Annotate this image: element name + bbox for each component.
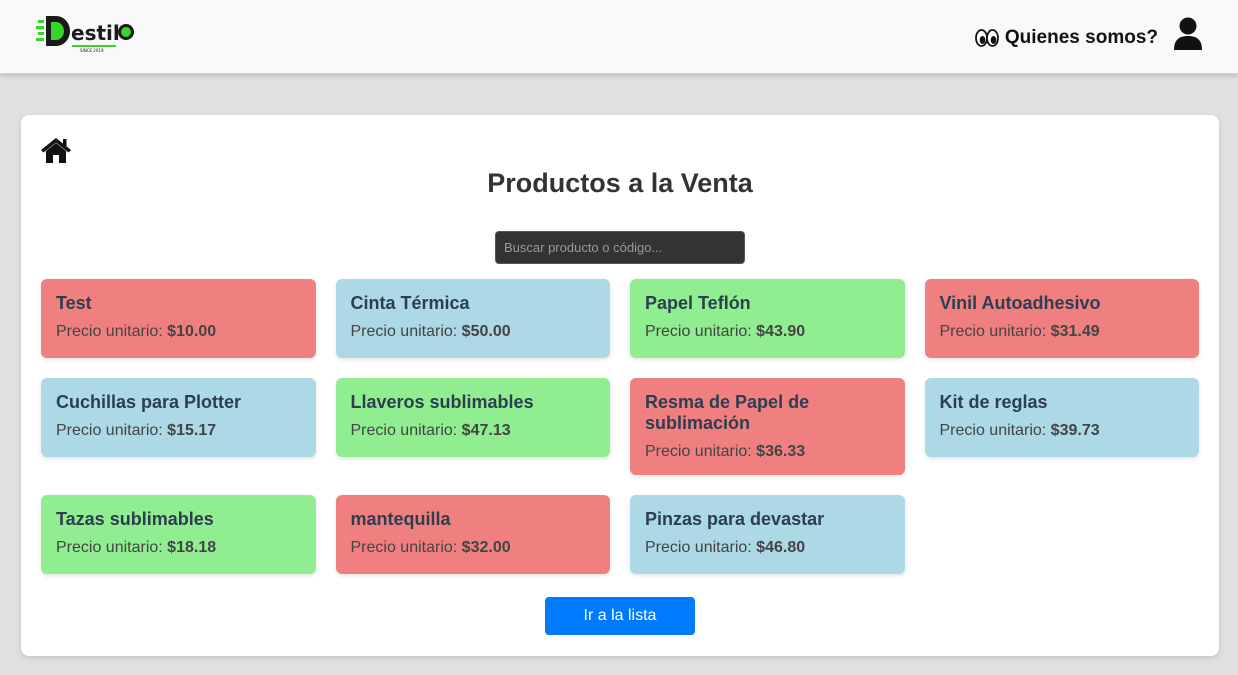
brand-logo[interactable]: estil SINCE 2019 xyxy=(36,12,136,54)
price-label: Precio unitario: xyxy=(56,323,163,340)
product-price: Precio unitario: $18.18 xyxy=(56,538,301,558)
product-card[interactable]: Pinzas para devastar Precio unitario: $4… xyxy=(630,495,905,574)
product-name: Vinil Autoadhesivo xyxy=(939,293,1101,313)
product-price: Precio unitario: $32.00 xyxy=(351,538,596,558)
products-panel: Productos a la Venta Test Precio unitari… xyxy=(21,115,1219,656)
product-name: Cinta Térmica xyxy=(350,293,470,313)
product-price: Precio unitario: $10.00 xyxy=(56,322,301,342)
product-name: Cuchillas para Plotter xyxy=(56,392,242,412)
price-value: $32.00 xyxy=(461,539,511,556)
product-name: Tazas sublimables xyxy=(56,509,214,529)
product-name: Papel Teflón xyxy=(645,293,751,313)
price-label: Precio unitario: xyxy=(350,539,458,556)
price-label: Precio unitario: xyxy=(56,422,163,439)
product-card[interactable]: Tazas sublimables Precio unitario: $18.1… xyxy=(41,495,316,574)
product-name: mantequilla xyxy=(350,509,451,529)
product-price: Precio unitario: $50.00 xyxy=(351,322,596,342)
product-card[interactable]: Llaveros sublimables Precio unitario: $4… xyxy=(335,378,610,457)
svg-text:SINCE 2019: SINCE 2019 xyxy=(80,48,104,53)
price-label: Precio unitario: xyxy=(645,323,752,340)
product-name: Kit de reglas xyxy=(939,392,1048,412)
svg-text:estil: estil xyxy=(71,21,120,45)
price-value: $36.33 xyxy=(756,443,806,460)
price-value: $10.00 xyxy=(167,323,217,340)
product-card[interactable]: Kit de reglas Precio unitario: $39.73 xyxy=(924,378,1199,457)
top-navbar: estil SINCE 2019 Quienes somos? xyxy=(0,0,1238,74)
product-price: Precio unitario: $43.90 xyxy=(645,322,890,342)
product-name: Resma de Papel de sublimación xyxy=(645,392,810,433)
product-card[interactable]: Cuchillas para Plotter Precio unitario: … xyxy=(41,378,316,457)
about-us-link[interactable]: Quienes somos? xyxy=(974,26,1158,50)
product-price: Precio unitario: $36.33 xyxy=(645,442,890,462)
product-price: Precio unitario: $47.13 xyxy=(351,421,596,441)
product-price: Precio unitario: $46.80 xyxy=(645,538,890,558)
product-card[interactable]: Resma de Papel de sublimación Precio uni… xyxy=(630,378,905,475)
product-name: Llaveros sublimables xyxy=(350,392,534,412)
product-grid: Test Precio unitario: $10.00 Cinta Térmi… xyxy=(41,279,1199,574)
search-input[interactable] xyxy=(495,231,745,264)
about-us-label: Quienes somos? xyxy=(1004,27,1158,48)
product-price: Precio unitario: $15.17 xyxy=(56,421,301,441)
price-value: $43.90 xyxy=(756,323,806,340)
product-card[interactable]: Vinil Autoadhesivo Precio unitario: $31.… xyxy=(924,279,1199,358)
price-label: Precio unitario: xyxy=(645,539,752,556)
product-card[interactable]: mantequilla Precio unitario: $32.00 xyxy=(335,495,610,574)
go-to-list-button[interactable]: Ir a la lista xyxy=(545,597,695,635)
home-icon[interactable] xyxy=(40,136,72,164)
price-value: $18.18 xyxy=(167,539,217,556)
product-card[interactable]: Papel Teflón Precio unitario: $43.90 xyxy=(630,279,905,358)
product-card[interactable]: Cinta Térmica Precio unitario: $50.00 xyxy=(335,279,610,358)
product-card[interactable]: Test Precio unitario: $10.00 xyxy=(41,279,316,358)
product-price: Precio unitario: $39.73 xyxy=(940,421,1185,441)
price-label: Precio unitario: xyxy=(939,422,1047,439)
product-price: Precio unitario: $31.49 xyxy=(940,322,1185,342)
price-label: Precio unitario: xyxy=(350,323,458,340)
price-label: Precio unitario: xyxy=(350,422,458,439)
price-value: $31.49 xyxy=(1050,323,1100,340)
price-label: Precio unitario: xyxy=(645,443,752,460)
product-name: Pinzas para devastar xyxy=(645,509,825,529)
eyes-icon xyxy=(974,28,999,48)
price-value: $50.00 xyxy=(461,323,511,340)
price-value: $15.17 xyxy=(167,422,217,439)
price-label: Precio unitario: xyxy=(56,539,163,556)
price-label: Precio unitario: xyxy=(939,323,1047,340)
price-value: $39.73 xyxy=(1050,422,1100,439)
page-title: Productos a la Venta xyxy=(487,168,753,198)
price-value: $46.80 xyxy=(756,539,806,556)
price-value: $47.13 xyxy=(461,422,511,439)
user-icon[interactable] xyxy=(1172,17,1204,51)
product-name: Test xyxy=(56,293,92,313)
